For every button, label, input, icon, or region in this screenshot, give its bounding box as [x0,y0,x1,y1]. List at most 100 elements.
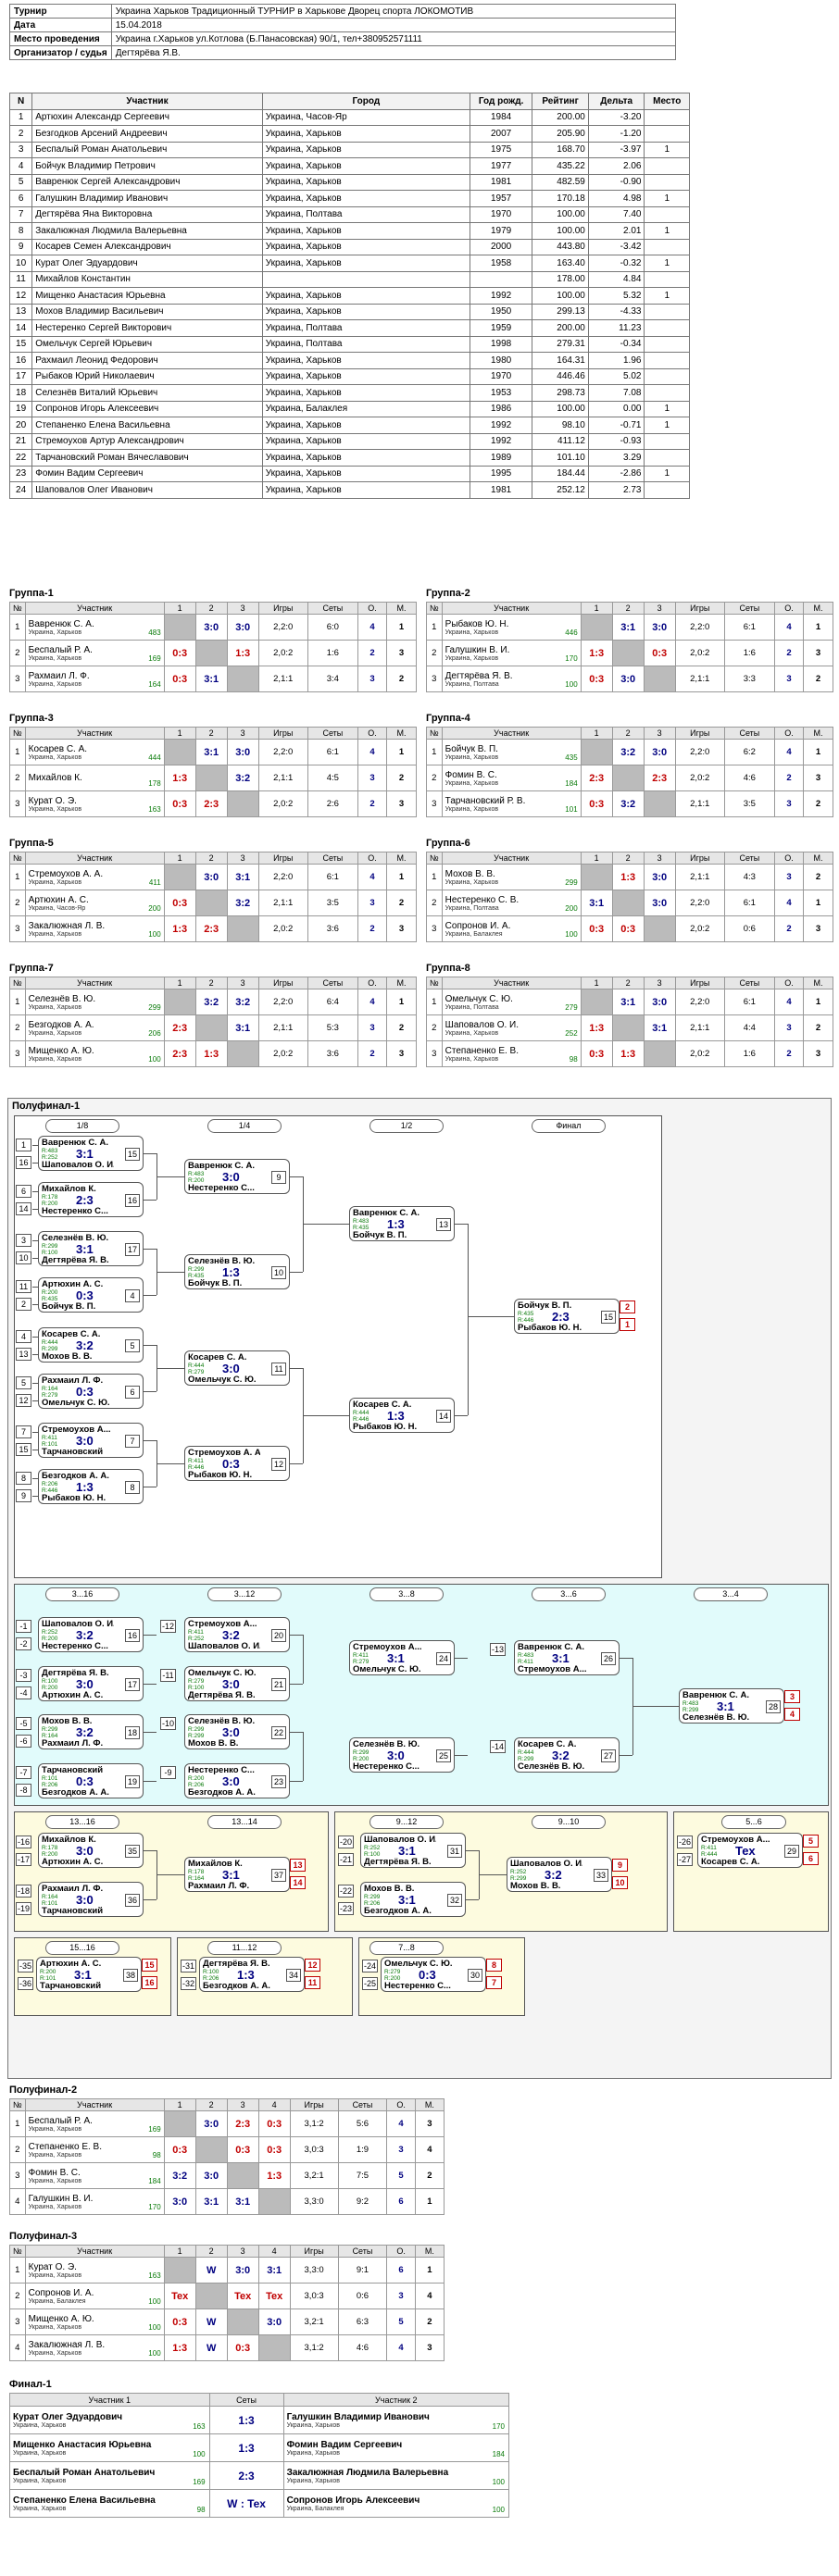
match-player-b: Шаповалов О. И. [42,1160,114,1170]
group-3-table-row: 2 Михайлов К. 178 1:3 3:2 2,1:1 4:5 3 2 [9,765,417,791]
score-cell: 1:3 [580,640,613,666]
seed-box: -27 [677,1853,693,1866]
group-3-table-place: 1 [386,739,417,765]
player-cell: Мищенко Анастасия Юрьевна [31,287,263,305]
group-1-table-sets: 6:0 [307,614,358,641]
bracket-line [144,1391,157,1392]
stage-label: 15...16 [45,1941,119,1955]
semifinal-2-table-header-cell: Сеты [337,2098,388,2111]
match-ratings: R:299 R:200 [353,1749,369,1762]
seed-box: 8 [16,1472,31,1485]
group-5-table-points: 4 [357,864,388,890]
score-cell [226,2162,259,2189]
match-player-b: Селезнёв В. Ю. [682,1712,750,1723]
final-player-2: Галушкин Владимир Иванович Украина, Харьк… [282,2406,510,2434]
player-cell: Рыбаков Юрий Николаевич [31,367,263,385]
group-7-table-header-cell: 1 [163,977,196,989]
score-cell: 0:3 [163,640,196,666]
player-cell: 6 [8,190,33,207]
seed-box: 14 [290,1876,306,1889]
player-rating: 98 [196,2506,206,2514]
players-table: N Участник Город Год рожд. Рейтинг Дельта Мест… [8,93,690,499]
match-player-b: Бойчук В. П. [42,1301,96,1312]
match-player-b: Безгодков А. А. [364,1906,432,1916]
group-3-table-sets: 6:1 [307,739,358,765]
group-6-table-games: 2,0:2 [674,915,725,942]
seed-box: -6 [16,1735,31,1748]
player-rating: 299 [148,1003,161,1012]
player-row: 24 Шаповалов Олег Иванович Украина, Харько… [8,481,690,499]
group-2-table-row: 3 Дегтярёва Я. В. Украина, Полтава 100 0:3 3:… [426,666,833,692]
player-cell: 443.80 [532,238,589,255]
match-box: Дегтярёва Я. В. R:100 R:200 3:0 17 Артюхин А.… [38,1666,144,1701]
player-cell [644,157,690,175]
player-cell: Украина, Харьков [261,384,470,402]
player-rating: 164 [148,680,161,689]
player-cell: -0.93 [587,432,645,450]
semifinal-3-table-place: 2 [414,2308,445,2335]
bracket-line [468,1316,514,1317]
match-box: Рахмаил Л. Ф. R:164 R:279 0:3 6 Омельчук С. Ю… [38,1374,144,1409]
score-cell: 2:3 [643,765,676,791]
semifinal-3-table-place: 4 [414,2283,445,2309]
rating-a: R:252 [364,1845,381,1851]
group-6-table-sets: 0:6 [723,915,775,942]
group-3-table-header-cell: 3 [226,727,259,740]
group-4-table-header: № Участник 1 2 3 Игры Сеты О. М. [426,727,833,740]
match-ratings: R:299 R:164 [42,1726,57,1739]
final-1-header-cell: Участник 2 [282,2393,510,2407]
group-2-table-points: 4 [773,614,805,641]
player-rating: 411 [148,878,161,887]
group-1-table-row: 1 Вавренюк С. А. Украина, Харьков 483 3:0 3:0… [9,614,417,641]
final-sets: W : Tex [208,2489,284,2518]
match-box: Вавренюк С. А. R:483 R:411 3:1 26 Стремоухов … [514,1640,620,1675]
group-7-table-points: 3 [357,1014,388,1041]
bracket-line [144,1781,157,1782]
seed-box: -7 [16,1766,31,1779]
match-box: Артюхин А. С. R:200 R:435 0:3 4 Бойчук В. П. [38,1277,144,1313]
player-cell: Украина, Харьков [261,287,470,305]
match-player-b: Рахмаил Л. Ф. [42,1738,104,1748]
match-number: 8 [125,1481,140,1494]
match-player-b: Рахмаил Л. Ф. [188,1881,250,1891]
player-cell: 100.00 [532,400,589,417]
player-name: Галушкин Владимир Иванович [286,2411,430,2422]
player-cell: Артюхин Александр Сергеевич [31,108,263,126]
group-3-table-games: 2,0:2 [257,790,308,817]
match-box: Дегтярёва Я. В. R:100 R:206 1:3 34 Безгодков … [199,1957,305,1992]
semifinal-3-table-header-cell: Участник [24,2245,165,2258]
player-city: Украина, Балаклея [286,2505,344,2512]
group-1-table-num: 3 [9,666,26,692]
group-1-table-header-cell: Участник [24,602,165,615]
player-rating: 184 [565,779,578,788]
player-cell: Фомин Вадим Сергеевич [31,465,263,482]
group-1-table-place: 1 [386,614,417,641]
player-city: Украина, Харьков [28,878,82,886]
match-score: 1:3 [237,1968,255,1982]
semifinal-3-table-games: 3,1:2 [289,2334,339,2361]
group-7-table-header-cell: Игры [257,977,308,989]
rating-a: R:200 [188,1775,205,1782]
match-ratings: R:252 R:100 [364,1845,380,1858]
group-1-table-points: 3 [357,666,388,692]
semifinal-2-table-points: 4 [386,2110,416,2137]
match-score: 1:3 [387,1217,405,1231]
semifinal-3-table-header-cell: 1 [163,2245,196,2258]
info-key: Место проведения [9,31,112,46]
match-ratings: R:299 R:299 [188,1726,204,1739]
player-rating: 483 [148,628,161,637]
seed-box: -12 [160,1620,176,1633]
match-box: Селезнёв В. Ю. R:299 R:200 3:0 25 Нестеренко … [349,1737,455,1773]
score-cell [194,890,228,916]
player-name: Михайлов К. [28,773,82,783]
player-city: Украина, Харьков [445,805,499,813]
player-cell: 16 [8,352,33,369]
player-cell [644,108,690,126]
match-number: 7 [125,1435,140,1448]
player-cell: 1 [644,255,690,272]
score-cell [163,2110,196,2137]
match-ratings: R:483 R:411 [518,1652,533,1665]
player-row: 22 Тарчановский Роман Вячеславович Украина… [8,449,690,467]
player-cell: 1 [644,222,690,240]
score-cell: 3:1 [226,1014,259,1041]
